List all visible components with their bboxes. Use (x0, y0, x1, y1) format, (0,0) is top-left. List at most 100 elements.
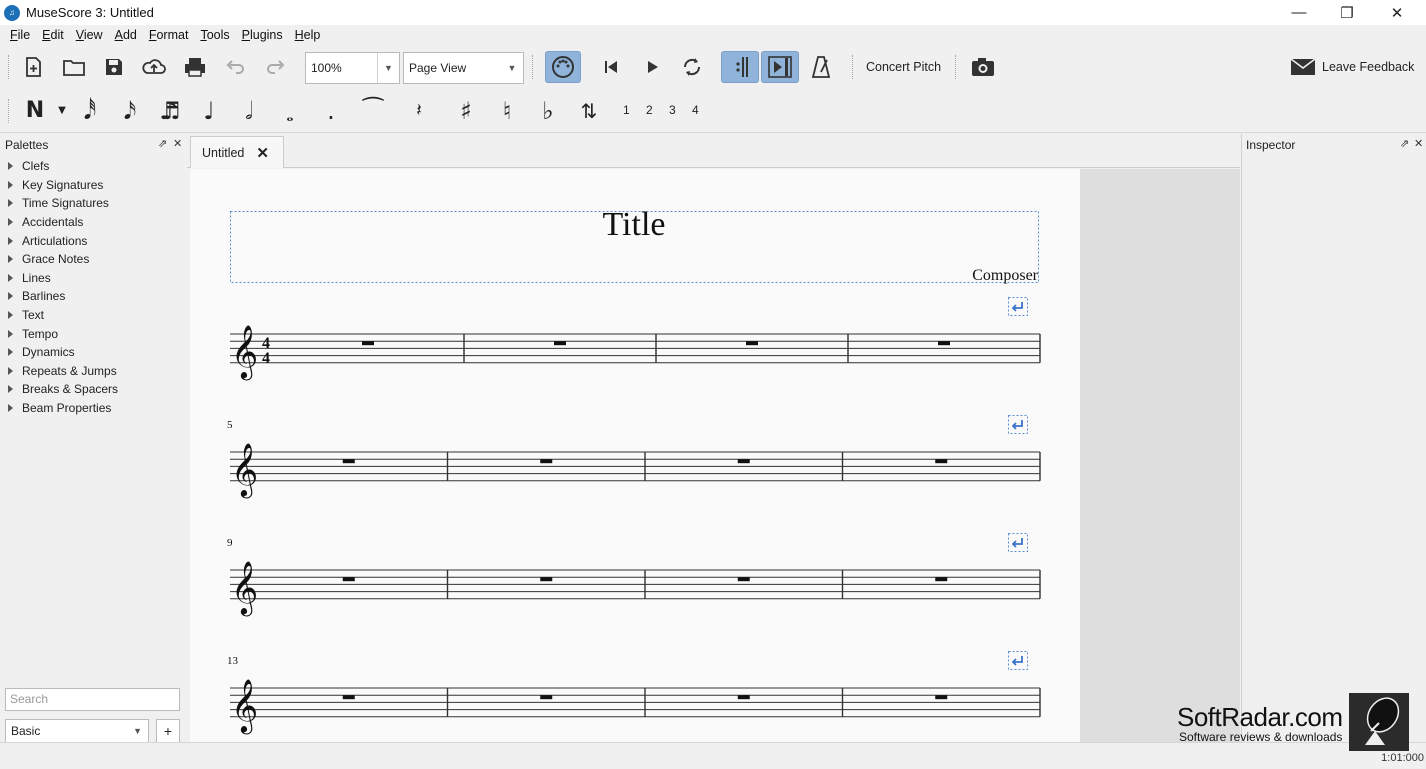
redo-button[interactable] (259, 51, 293, 83)
leave-feedback-button[interactable]: Leave Feedback (1290, 55, 1414, 79)
score-composer[interactable]: Composer (972, 267, 1038, 284)
loop-button[interactable] (675, 51, 709, 83)
whole-rest[interactable] (342, 695, 355, 700)
image-capture-button[interactable] (966, 51, 1000, 83)
tie-icon[interactable]: ⁀ (358, 96, 388, 126)
menu-plugins[interactable]: Plugins (236, 28, 289, 42)
close-icon[interactable]: ✕ (173, 137, 182, 150)
voice-3-button[interactable]: 3 (669, 103, 676, 117)
open-button[interactable] (57, 51, 91, 83)
palette-search-input[interactable]: Search (5, 688, 180, 711)
whole-rest[interactable] (935, 577, 948, 582)
voice-1-button[interactable]: 1 (623, 103, 630, 117)
undock-icon[interactable]: ⇗ (1400, 137, 1409, 150)
print-button[interactable] (178, 51, 212, 83)
whole-rest[interactable] (737, 695, 750, 700)
line-break-marker[interactable] (1008, 297, 1028, 316)
view-mode-combo[interactable]: Page View ▼ (403, 52, 524, 84)
flip-direction-icon[interactable]: ⇅ (574, 96, 604, 126)
palette-item-text[interactable]: Text (0, 306, 186, 325)
menu-view[interactable]: View (70, 28, 109, 42)
palette-item-barlines[interactable]: Barlines (0, 287, 186, 306)
undock-icon[interactable]: ⇗ (158, 137, 167, 150)
staff-system[interactable]: 𝄞9 (227, 533, 1041, 617)
palette-item-dynamics[interactable]: Dynamics (0, 343, 186, 362)
menu-edit[interactable]: Edit (36, 28, 70, 42)
palette-item-tempo[interactable]: Tempo (0, 324, 186, 343)
whole-rest[interactable] (540, 577, 553, 582)
rest-icon[interactable]: 𝄽 (404, 96, 434, 126)
sixty-fourth-note-icon[interactable]: 𝅘𝅥𝅰 (75, 96, 105, 126)
line-break-marker[interactable] (1008, 651, 1028, 670)
menu-format[interactable]: Format (143, 28, 195, 42)
whole-rest[interactable] (540, 459, 553, 464)
play-button[interactable] (635, 51, 669, 83)
time-signature-denominator[interactable]: 4 (262, 350, 270, 367)
whole-rest[interactable] (737, 459, 750, 464)
palette-mode-select[interactable]: Basic ▼ (5, 719, 149, 743)
add-palette-button[interactable]: + (156, 719, 180, 743)
half-note-icon[interactable]: 𝅗𝅥 (234, 96, 264, 126)
voice-2-button[interactable]: 2 (646, 103, 653, 117)
undo-button[interactable] (218, 51, 252, 83)
whole-rest[interactable] (362, 341, 374, 346)
treble-clef-icon[interactable]: 𝄞 (231, 560, 258, 616)
whole-rest[interactable] (737, 577, 750, 582)
augmentation-dot-icon[interactable]: . (316, 96, 346, 126)
play-repeats-button[interactable] (721, 51, 759, 83)
treble-clef-icon[interactable]: 𝄞 (231, 324, 258, 380)
midi-input-button[interactable] (545, 51, 581, 83)
whole-rest[interactable] (935, 459, 948, 464)
pan-score-button[interactable] (761, 51, 799, 83)
flat-icon[interactable]: ♭ (533, 96, 563, 126)
minimize-button[interactable]: — (1276, 0, 1322, 25)
staff-system[interactable]: 𝄞5 (227, 415, 1041, 499)
line-break-marker[interactable] (1008, 415, 1028, 434)
palette-item-breaks-spacers[interactable]: Breaks & Spacers (0, 380, 186, 399)
new-score-button[interactable] (16, 51, 50, 83)
treble-clef-icon[interactable]: 𝄞 (231, 678, 258, 734)
thirty-second-note-icon[interactable]: 𝅘𝅥𝅯 (115, 96, 145, 126)
palette-item-beam-properties[interactable]: Beam Properties (0, 399, 186, 418)
staff-system[interactable]: 𝄞 44 (230, 297, 1041, 381)
sharp-icon[interactable]: ♯ (451, 96, 481, 126)
save-button[interactable] (97, 51, 131, 83)
close-icon[interactable]: ✕ (1414, 137, 1423, 150)
whole-rest[interactable] (540, 695, 553, 700)
score-canvas[interactable]: Title Composer 𝄞 4 4 𝄞 5 𝄞 9 𝄞 13 (190, 169, 1240, 742)
whole-note-icon[interactable]: 𝅝 (275, 101, 305, 131)
palette-item-grace-notes[interactable]: Grace Notes (0, 250, 186, 269)
whole-rest[interactable] (935, 695, 948, 700)
note-input-mode-icon[interactable]: N (20, 96, 50, 126)
quarter-note-icon[interactable]: ♩ (194, 96, 224, 126)
score-title[interactable]: Title (602, 206, 665, 243)
palette-item-accidentals[interactable]: Accidentals (0, 213, 186, 232)
rewind-button[interactable] (594, 51, 628, 83)
treble-clef-icon[interactable]: 𝄞 (231, 442, 258, 498)
tab-untitled[interactable]: Untitled ✕ (190, 136, 284, 168)
whole-rest[interactable] (342, 459, 355, 464)
palette-item-key-signatures[interactable]: Key Signatures (0, 176, 186, 195)
natural-icon[interactable]: ♮ (492, 96, 522, 126)
menu-help[interactable]: Help (289, 28, 327, 42)
whole-rest[interactable] (746, 341, 758, 346)
score-page[interactable]: Title Composer 𝄞 4 4 𝄞 5 𝄞 9 𝄞 13 (190, 169, 1080, 742)
restore-button[interactable]: ❐ (1324, 0, 1370, 25)
upload-button[interactable] (137, 51, 171, 83)
menu-add[interactable]: Add (109, 28, 143, 42)
close-window-button[interactable]: ✕ (1374, 0, 1420, 25)
palette-item-time-signatures[interactable]: Time Signatures (0, 194, 186, 213)
line-break-marker[interactable] (1008, 533, 1028, 552)
metronome-button[interactable] (804, 51, 838, 83)
zoom-combo[interactable]: 100% ▼ (305, 52, 400, 84)
palette-item-repeats-jumps[interactable]: Repeats & Jumps (0, 362, 186, 381)
staff-system[interactable]: 𝄞 13 (227, 651, 1041, 735)
whole-rest[interactable] (342, 577, 355, 582)
palette-item-clefs[interactable]: Clefs (0, 157, 186, 176)
menu-tools[interactable]: Tools (194, 28, 235, 42)
concert-pitch-toggle[interactable]: Concert Pitch (866, 60, 941, 74)
voice-4-button[interactable]: 4 (692, 103, 699, 117)
close-tab-icon[interactable]: ✕ (256, 144, 269, 162)
palette-item-articulations[interactable]: Articulations (0, 231, 186, 250)
menu-file[interactable]: File (4, 28, 36, 42)
